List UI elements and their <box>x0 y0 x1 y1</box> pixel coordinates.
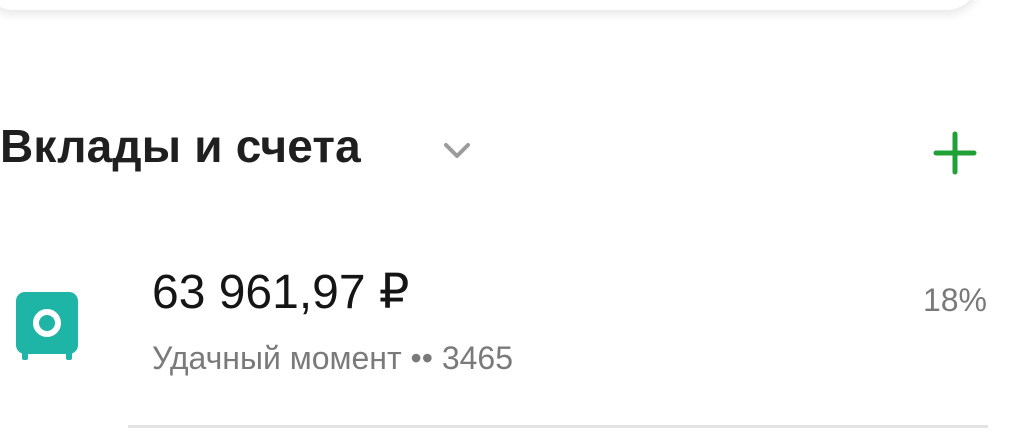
safe-icon <box>16 292 78 360</box>
plus-icon[interactable] <box>930 128 980 178</box>
account-name: Удачный момент •• 3465 <box>152 340 513 376</box>
divider <box>128 425 988 428</box>
section-header: Вклады и счета <box>0 112 1033 182</box>
account-amount: 63 961,97 ₽ <box>152 266 410 319</box>
chevron-down-icon[interactable] <box>440 134 474 168</box>
top-card <box>0 0 980 10</box>
account-rate: 18% <box>922 282 987 318</box>
section-title: Вклады и счета <box>0 120 361 172</box>
account-row[interactable]: 63 961,97 ₽ Удачный момент •• 3465 18% <box>0 250 1033 428</box>
